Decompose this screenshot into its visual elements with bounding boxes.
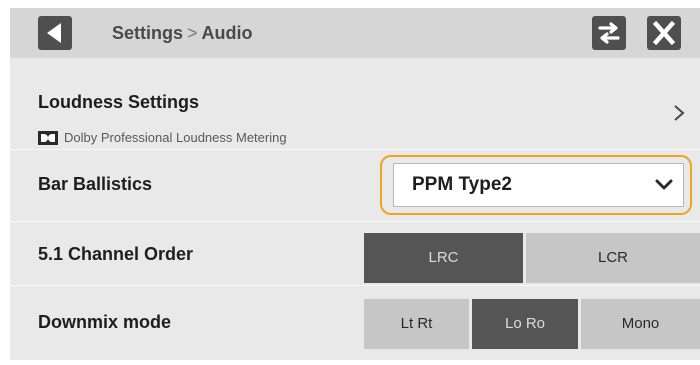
close-button[interactable] [647, 16, 681, 50]
breadcrumb: Settings > Audio [112, 8, 253, 58]
dolby-logo-icon [38, 130, 58, 145]
dolby-subtitle-text: Dolby Professional Loudness Metering [64, 130, 287, 146]
downmix-loro-button[interactable]: Lo Ro [472, 299, 578, 349]
breadcrumb-parent[interactable]: Settings [112, 23, 183, 43]
channel-order-row: 5.1 Channel Order LRC LCR [10, 222, 700, 286]
swap-button[interactable] [592, 16, 626, 50]
back-button[interactable] [38, 16, 72, 50]
chevron-down-icon [655, 179, 673, 190]
downmix-mode-row: Downmix mode Lt Rt Lo Ro Mono [10, 286, 700, 360]
loudness-settings-title: Loudness Settings [38, 92, 200, 112]
downmix-ltrt-button[interactable]: Lt Rt [364, 299, 469, 349]
chevron-right-icon[interactable] [672, 103, 686, 123]
bar-ballistics-row: Bar Ballistics PPM Type2 [10, 150, 700, 222]
swap-arrows-icon [598, 22, 620, 44]
channel-order-lrc-button[interactable]: LRC [364, 233, 523, 283]
downmix-mono-button[interactable]: Mono [581, 299, 700, 349]
channel-order-label: 5.1 Channel Order [38, 244, 194, 264]
bar-ballistics-label: Bar Ballistics [38, 174, 153, 194]
loudness-settings-row[interactable]: Loudness Settings Dolby Professional Lou… [10, 58, 700, 150]
triangle-left-icon [47, 23, 61, 43]
channel-order-lcr-button[interactable]: LCR [526, 233, 700, 283]
bar-ballistics-value: PPM Type2 [412, 174, 512, 195]
breadcrumb-current: Audio [201, 23, 253, 43]
breadcrumb-separator: > [187, 23, 198, 43]
header-bar: Settings > Audio [10, 8, 700, 58]
settings-screen: Settings > Audio Loudness Settings Dolby P… [10, 8, 700, 360]
downmix-mode-label: Downmix mode [38, 312, 172, 332]
dolby-subtitle: Dolby Professional Loudness Metering [38, 129, 287, 145]
close-x-icon [652, 20, 676, 46]
bar-ballistics-dropdown[interactable]: PPM Type2 [393, 163, 684, 207]
